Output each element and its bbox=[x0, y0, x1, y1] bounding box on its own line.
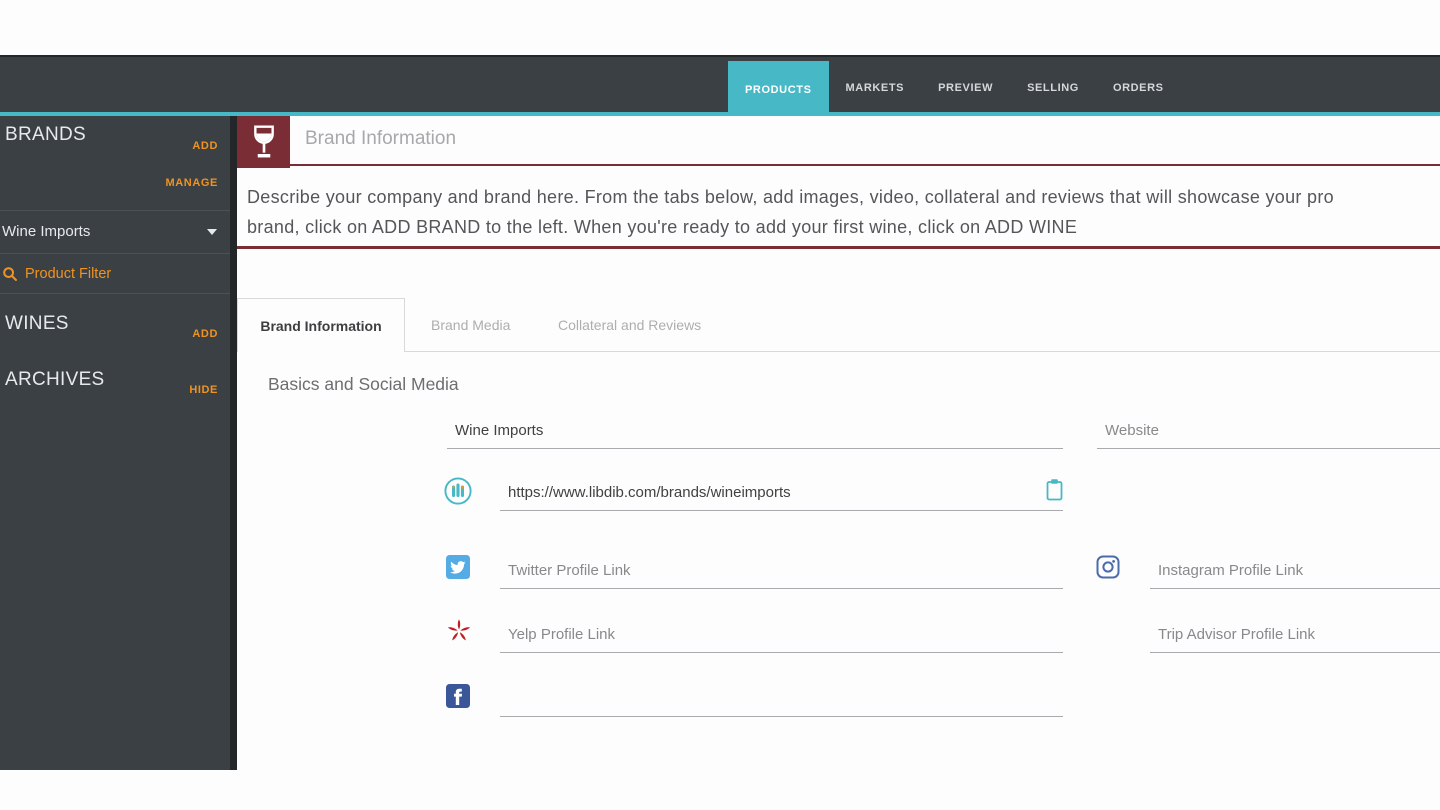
nav-tab-markets-label: MARKETS bbox=[845, 81, 905, 94]
section-title: Basics and Social Media bbox=[268, 374, 459, 394]
nav-tab-markets[interactable]: MARKETS bbox=[829, 61, 922, 114]
tab-collateral-and-reviews[interactable]: Collateral and Reviews bbox=[558, 298, 701, 352]
description-line-2: brand, click on ADD BRAND to the left. W… bbox=[247, 217, 1078, 237]
wine-glass-icon bbox=[237, 116, 290, 168]
tab-brand-information[interactable]: Brand Information bbox=[237, 298, 405, 352]
instagram-icon bbox=[1096, 555, 1120, 579]
yelp-icon bbox=[446, 618, 472, 644]
tab-collateral-and-reviews-label: Collateral and Reviews bbox=[558, 317, 702, 333]
facebook-icon bbox=[446, 684, 470, 708]
top-navbar: PRODUCTS MARKETS PREVIEW SELLING ORDERS bbox=[0, 55, 1440, 118]
tab-brand-information-label: Brand Information bbox=[260, 317, 382, 334]
twitter-profile-input[interactable] bbox=[500, 558, 1063, 589]
sidebar-divider bbox=[0, 293, 230, 294]
add-wine-button[interactable]: ADD bbox=[192, 328, 218, 340]
sidebar-brands-heading: BRANDS bbox=[5, 124, 86, 145]
tab-brand-media[interactable]: Brand Media bbox=[431, 298, 510, 352]
brand-selector-dropdown[interactable]: Wine Imports bbox=[0, 210, 230, 253]
nav-tab-selling[interactable]: SELLING bbox=[1010, 61, 1096, 114]
brand-description-text: Describe your company and brand here. Fr… bbox=[237, 168, 1440, 249]
brand-name-input[interactable] bbox=[447, 418, 1063, 449]
nav-tab-preview-label: PREVIEW bbox=[938, 81, 994, 94]
nav-tab-preview[interactable]: PREVIEW bbox=[921, 61, 1010, 114]
app-window: PRODUCTS MARKETS PREVIEW SELLING ORDERS … bbox=[0, 0, 1440, 810]
description-line-1: Describe your company and brand here. Fr… bbox=[247, 187, 1334, 207]
clipboard-icon bbox=[1046, 479, 1063, 501]
twitter-icon bbox=[446, 555, 470, 579]
sidebar-wines-heading: WINES bbox=[5, 313, 69, 334]
brand-selector-value: Wine Imports bbox=[2, 223, 91, 240]
nav-tabs: PRODUCTS MARKETS PREVIEW SELLING ORDERS bbox=[728, 57, 1181, 118]
copy-url-button[interactable] bbox=[1045, 478, 1065, 502]
facebook-profile-input[interactable] bbox=[500, 686, 1063, 717]
caret-down-icon bbox=[207, 228, 217, 235]
instagram-profile-input[interactable] bbox=[1150, 558, 1440, 589]
tripadvisor-profile-input[interactable] bbox=[1150, 622, 1440, 653]
hide-archives-button[interactable]: HIDE bbox=[189, 384, 218, 396]
nav-tab-selling-label: SELLING bbox=[1027, 81, 1079, 94]
tabs-baseline-divider bbox=[405, 351, 1440, 352]
brand-url-input[interactable] bbox=[500, 480, 1063, 511]
yelp-profile-input[interactable] bbox=[500, 622, 1063, 653]
nav-tab-orders-label: ORDERS bbox=[1112, 81, 1164, 94]
nav-tab-orders[interactable]: ORDERS bbox=[1096, 61, 1181, 114]
libdib-logo-icon bbox=[444, 477, 472, 505]
product-filter-label: Product Filter bbox=[25, 265, 112, 282]
website-input[interactable] bbox=[1097, 418, 1440, 449]
add-brand-button[interactable]: ADD bbox=[192, 140, 218, 152]
sidebar: BRANDS ADD MANAGE Wine Imports Product F… bbox=[0, 116, 237, 770]
tab-brand-media-label: Brand Media bbox=[431, 317, 511, 333]
nav-tab-products-label: PRODUCTS bbox=[745, 83, 812, 96]
page-title: Brand Information bbox=[305, 128, 457, 149]
nav-tab-products[interactable]: PRODUCTS bbox=[728, 61, 829, 118]
search-icon bbox=[3, 266, 17, 281]
sidebar-archives-heading: ARCHIVES bbox=[5, 369, 105, 390]
product-filter[interactable]: Product Filter bbox=[0, 254, 230, 293]
manage-brands-button[interactable]: MANAGE bbox=[166, 177, 219, 189]
